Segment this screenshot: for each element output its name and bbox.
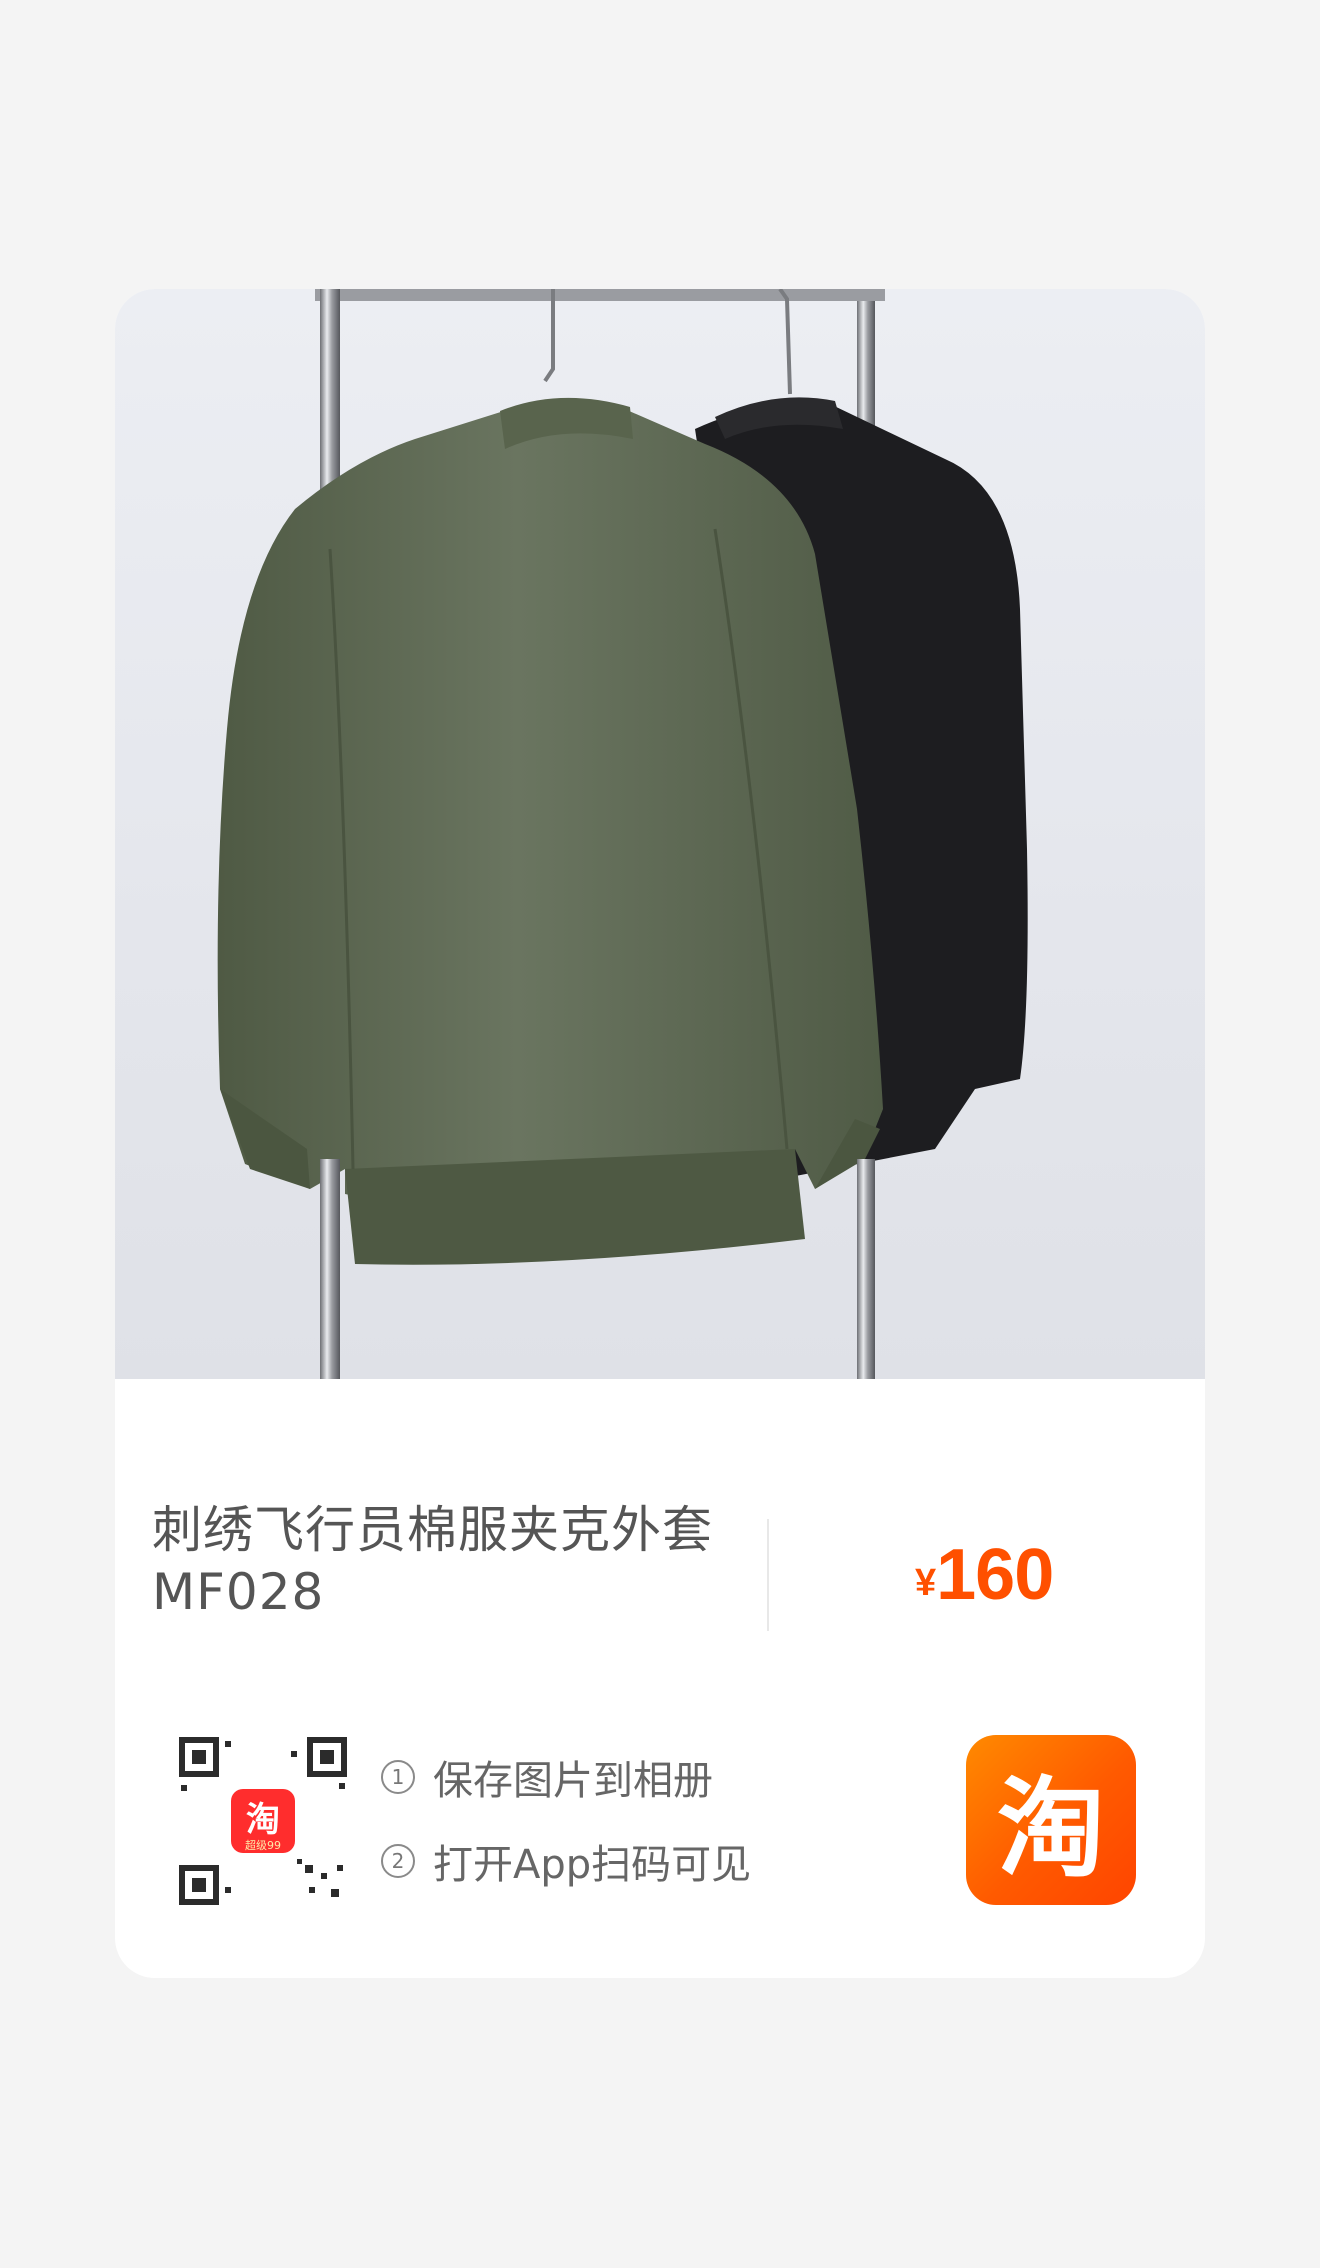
jacket-photo (217, 289, 1028, 1379)
divider (767, 1519, 769, 1631)
product-title-line2: MF028 (152, 1563, 325, 1621)
product-title: 刺绣飞行员棉服夹克外套 MF028 (152, 1499, 722, 1623)
instruction-step-1-text: 保存图片到相册 (433, 1758, 713, 1804)
qr-badge-caption: 超级99 (245, 1838, 281, 1852)
step-number-1: 1 (381, 1760, 415, 1794)
share-card: 刺绣飞行员棉服夹克外套 MF028 ¥160 淘 超级99 1 保存图片到相册 … (115, 289, 1205, 1978)
taobao-logo-glyph: 淘 (996, 1767, 1105, 1892)
instruction-step-1: 1 保存图片到相册 (381, 1747, 751, 1807)
taobao-logo-icon[interactable]: 淘 (966, 1735, 1136, 1905)
step-number-2: 2 (381, 1844, 415, 1878)
currency-symbol: ¥ (915, 1562, 937, 1604)
qr-code-icon[interactable]: 淘 超级99 (179, 1737, 347, 1905)
price-value: 160 (936, 1535, 1054, 1615)
product-title-line1: 刺绣飞行员棉服夹克外套 (152, 1501, 713, 1559)
scan-instructions: 1 保存图片到相册 2 打开App扫码可见 (381, 1747, 751, 1915)
instruction-step-2-text: 打开App扫码可见 (433, 1842, 752, 1888)
price: ¥160 (915, 1534, 1054, 1616)
product-image[interactable] (115, 289, 1205, 1379)
qr-badge-glyph: 淘 (246, 1800, 280, 1840)
instruction-step-2: 2 打开App扫码可见 (381, 1831, 751, 1891)
